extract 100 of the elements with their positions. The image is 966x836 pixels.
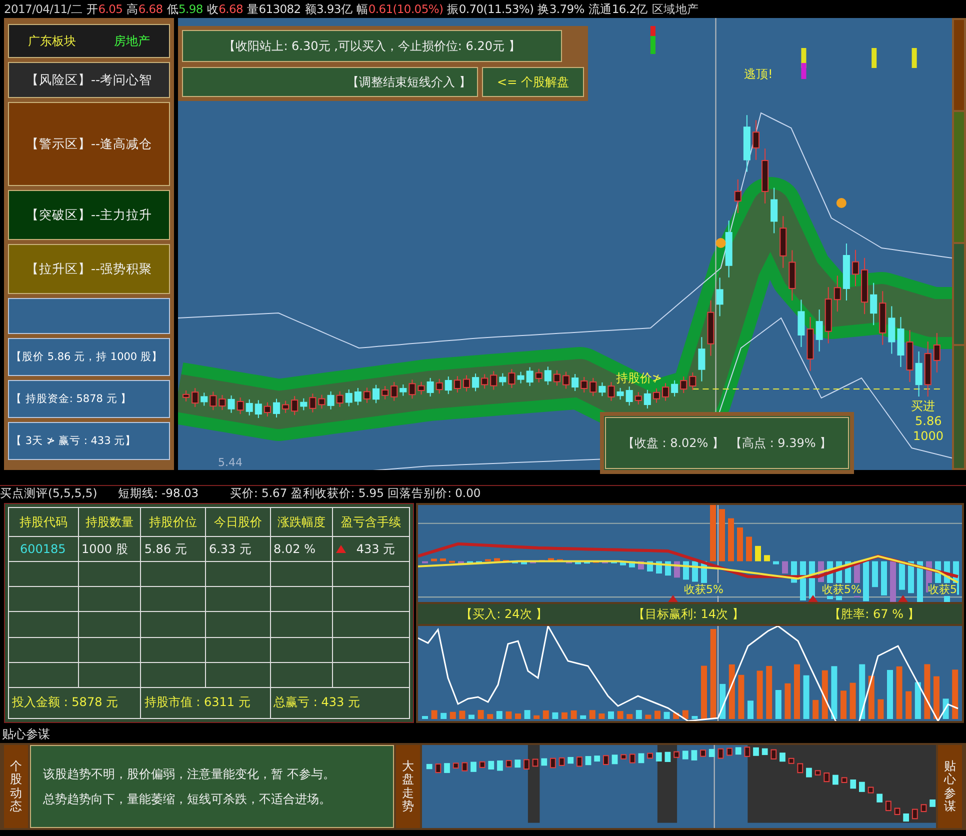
position-info: 【 3天 ≯ 赢亏 : 433 元】 (8, 422, 170, 460)
histogram-bar (872, 561, 878, 588)
triangle-marker-icon (808, 595, 818, 602)
histogram-bar (728, 518, 734, 562)
take-profit-label: 收获5% (684, 583, 724, 596)
quote-field: 额3.93亿 (304, 2, 353, 16)
histogram-bar (557, 559, 563, 562)
stat-value: 【买入: 24次 】 (460, 606, 548, 623)
histogram-bar (917, 561, 923, 602)
table-cell: 5.86 元 (144, 542, 187, 556)
table-cell-text: 600185 (19, 542, 66, 556)
result-value: 【高点 : 9.39% 】 (730, 434, 832, 452)
histogram-bar (521, 561, 527, 564)
market-trend-label: 大盘走势 (396, 745, 420, 828)
advice-text: 总势趋势向下，量能萎缩，短线可杀跌，不适合进场。 (43, 790, 332, 808)
table-cell: 1000 股 (82, 542, 128, 556)
advice-message: 【调整结束短线介入 】 (182, 67, 478, 97)
histogram-bar (737, 528, 743, 562)
histogram-bar (755, 546, 761, 562)
buy-label: 买进 (911, 398, 935, 415)
column-header: 盈亏含手续 (332, 508, 410, 537)
histogram-bar (611, 561, 617, 564)
histogram-bar (530, 561, 536, 564)
histogram-bar (782, 561, 788, 574)
buy-price-label: 5.86 (915, 414, 942, 428)
table-cell: 6.33 元 (208, 542, 252, 556)
histogram-bar (584, 561, 590, 564)
histogram-bar (620, 561, 626, 566)
result-value: 【收盘 : 8.02% 】 (622, 434, 724, 452)
quote-field: 低5.98 (166, 2, 203, 16)
quote-field: 开6.05 (86, 2, 123, 16)
table-cell: 8.02 % (274, 542, 316, 556)
histogram-bar (719, 509, 725, 562)
tips-title: 贴心参谋 (1, 726, 51, 743)
histogram-bar (863, 561, 869, 602)
indicator-reading: 短期线: -98.03 (118, 486, 200, 501)
histogram-bar (422, 561, 428, 564)
column-header: 涨跌幅度 (270, 508, 333, 537)
quote-field: 换3.79% (538, 2, 584, 16)
buy-quantity-label: 1000 (913, 429, 944, 443)
histogram-bar (593, 560, 599, 563)
summary-value: 投入金额 : 5878 元 (12, 695, 118, 710)
quote-field: 量613082 (247, 2, 301, 16)
quote-field: 振0.70(11.53%) (447, 2, 534, 16)
indicator-reading: 买点测评(5,5,5,5) (0, 486, 98, 501)
quote-field: 高6.68 (126, 2, 163, 16)
histogram-bar (485, 559, 491, 562)
advice-text: 该股趋势不明，股价偏弱，注意量能变化，暂 不参与。 (43, 766, 336, 782)
escape-label: 逃顶! (744, 66, 773, 83)
hold-price-label: 持股价≯ (616, 370, 662, 387)
histogram-bar (449, 560, 455, 563)
fruit-marker-icon (836, 198, 846, 208)
column-header: 今日股价 (205, 508, 270, 537)
fruit-marker-icon (716, 238, 726, 248)
histogram-bar (764, 555, 770, 562)
histogram-bar (548, 558, 554, 562)
quote-field: 幅0.61(10.05%) (356, 2, 444, 16)
stock-trend-label: 个股动态 (4, 745, 28, 828)
indicator-reading: 买价: 5.67 盈利收获价: 5.95 回落告别价: 0.00 (230, 486, 481, 501)
zone-block: 【拉升区】--强势积聚 (8, 244, 170, 294)
triangle-marker-icon (898, 595, 908, 602)
position-info: 【股价 5.86 元，持 1000 股】 (8, 338, 170, 376)
histogram-bar (746, 536, 752, 562)
zone-block: 【风险区】--考问心智 (8, 62, 170, 98)
sector-label: 广东板块 (28, 32, 76, 50)
stock-analysis-button[interactable]: <= 个股解盘 (482, 67, 584, 97)
tips-label: 贴心参谋 (938, 745, 962, 828)
summary-value: 总赢亏 : 433 元 (274, 695, 360, 710)
quote-field: 收6.68 (206, 2, 243, 16)
summary-value: 持股市值 : 6311 元 (144, 695, 250, 710)
histogram-bar (476, 561, 482, 564)
histogram-bar (503, 560, 509, 562)
histogram-bar (575, 561, 581, 564)
histogram-bar (566, 561, 572, 564)
quote-sector: 区域地产 (652, 2, 699, 16)
histogram-bar (494, 558, 500, 562)
histogram-bar (440, 558, 446, 562)
zone-block: 【突破区】--主力拉升 (8, 190, 170, 240)
quote-field: 流通16.2亿 (588, 2, 648, 16)
take-profit-label: 收获5 (928, 583, 957, 596)
histogram-bar (881, 561, 887, 596)
triangle-marker-icon (668, 595, 678, 602)
stat-value: 【目标赢利: 14次 】 (632, 606, 744, 623)
take-profit-label: 收获5% (822, 583, 862, 596)
quote-date: 2017/04/11/二 (4, 2, 83, 16)
zone-block: 【警示区】--逢高减仓 (8, 102, 170, 186)
column-header: 持股数量 (78, 508, 141, 537)
stat-value: 【胜率: 67 % 】 (829, 606, 920, 623)
industry-label: 房地产 (114, 32, 150, 50)
column-header: 持股价位 (140, 508, 206, 537)
histogram-bar (458, 561, 464, 564)
signal-message: 【收阳站上: 6.30元 ,可以买入，今止损价位: 6.20元 】 (182, 30, 562, 62)
histogram-bar (512, 561, 518, 564)
table-cell: 433 元 (356, 542, 396, 556)
position-info: 【 持股资金: 5878 元 】 (8, 380, 170, 418)
histogram-bar (431, 558, 437, 562)
column-header: 持股代码 (8, 508, 78, 537)
histogram-bar (467, 561, 473, 564)
histogram-bar (710, 505, 716, 562)
histogram-bar (890, 561, 896, 602)
